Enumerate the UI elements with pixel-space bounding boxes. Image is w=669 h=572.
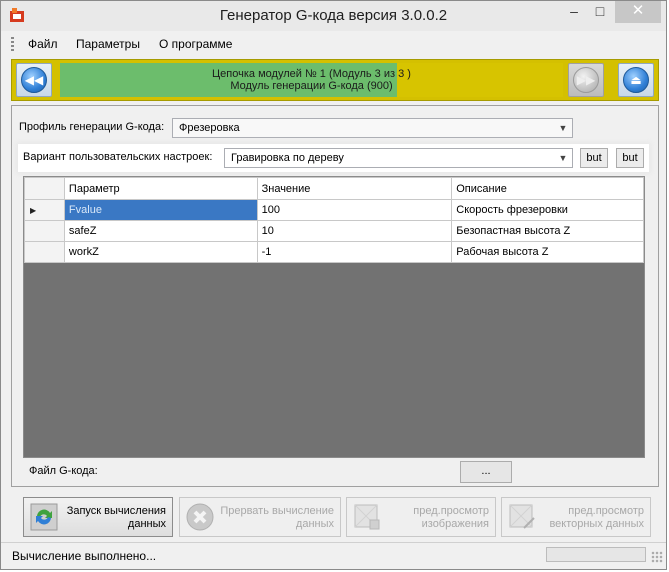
table-row[interactable]: workZ -1 Рабочая высота Z xyxy=(24,241,644,263)
preview-image-button[interactable]: пред.просмотр изображения xyxy=(346,497,496,537)
cell-value[interactable]: -1 xyxy=(256,241,453,263)
variant-button-2[interactable]: but xyxy=(616,148,644,168)
row-header[interactable]: ▶ xyxy=(24,199,65,221)
preview-image-label-line-2: изображения xyxy=(421,518,489,530)
chevron-down-icon: ▼ xyxy=(558,153,568,163)
chevron-down-icon: ▼ xyxy=(558,123,568,133)
chain-line-2: Модуль генерации G-кода (900) xyxy=(230,80,393,92)
cell-value[interactable]: 100 xyxy=(256,199,453,221)
cell-parameter[interactable]: workZ xyxy=(63,241,258,263)
cancel-icon xyxy=(186,503,214,531)
stop-computation-button[interactable]: Прервать вычисление данных xyxy=(179,497,341,537)
gcode-file-label: Файл G-кода: xyxy=(29,465,98,477)
preview-vector-label-line-1: пред.просмотр xyxy=(568,505,644,517)
cell-description[interactable]: Безопастная высота Z xyxy=(451,220,644,242)
variant-button-1[interactable]: but xyxy=(580,148,608,168)
variant-label: Вариант пользовательских настроек: xyxy=(23,151,213,163)
grid-corner[interactable] xyxy=(24,177,65,200)
image-preview-icon xyxy=(354,504,380,530)
browse-file-button[interactable]: ... xyxy=(460,461,512,483)
preview-vector-button[interactable]: пред.просмотр векторных данных xyxy=(501,497,651,537)
profile-select[interactable]: Фрезеровка ▼ xyxy=(172,118,573,138)
rewind-icon: ◀◀ xyxy=(21,67,47,93)
module-chain-bar: ◀◀ Цепочка модулей № 1 (Модуль 3 из 3 ) … xyxy=(11,59,659,101)
menu-file[interactable]: Файл xyxy=(28,37,58,51)
menu-settings[interactable]: Параметры xyxy=(76,37,140,51)
chain-line-1: Цепочка модулей № 1 (Модуль 3 из 3 ) xyxy=(212,68,411,80)
cell-value[interactable]: 10 xyxy=(256,220,453,242)
close-button[interactable]: ✕ xyxy=(615,1,661,23)
stop-label-line-2: данных xyxy=(295,518,334,530)
current-row-icon: ▶ xyxy=(30,206,37,215)
parameters-grid: Параметр Значение Описание ▶ Fvalue 100 … xyxy=(23,176,645,458)
menu-bar: Файл Параметры О программе xyxy=(1,33,666,55)
row-header[interactable] xyxy=(24,220,65,242)
column-header-description[interactable]: Описание xyxy=(451,177,644,200)
variant-select[interactable]: Гравировка по дереву ▼ xyxy=(224,148,573,168)
cell-parameter[interactable]: safeZ xyxy=(63,220,258,242)
status-text: Вычисление выполнено... xyxy=(12,549,157,563)
next-module-button[interactable]: ▶▶ xyxy=(568,63,604,97)
variant-select-value: Гравировка по дереву xyxy=(231,152,344,164)
profile-select-value: Фрезеровка xyxy=(179,122,240,134)
maximize-button[interactable]: □ xyxy=(587,1,613,23)
eject-icon: ⏏ xyxy=(623,67,649,93)
table-row[interactable]: ▶ Fvalue 100 Скорость фрезеровки xyxy=(24,199,644,221)
preview-vector-label-line-2: векторных данных xyxy=(549,518,644,530)
stop-label-line-1: Прервать вычисление xyxy=(220,505,334,517)
title-bar[interactable]: Генератор G-кода версия 3.0.0.2 ‒ □ ✕ xyxy=(1,1,666,31)
generator-panel: Профиль генерации G-кода: Фрезеровка ▼ В… xyxy=(11,105,659,487)
preview-image-label: пред.просмотр изображения xyxy=(413,505,489,531)
vector-preview-icon xyxy=(509,504,535,529)
menu-about[interactable]: О программе xyxy=(159,37,232,51)
previous-module-button[interactable]: ◀◀ xyxy=(16,63,52,97)
profile-label: Профиль генерации G-кода: xyxy=(19,121,165,133)
column-header-value[interactable]: Значение xyxy=(256,177,453,200)
table-row[interactable]: safeZ 10 Безопастная высота Z xyxy=(24,220,644,242)
status-progress-bar xyxy=(546,547,646,562)
app-window: Генератор G-кода версия 3.0.0.2 ‒ □ ✕ Фа… xyxy=(0,0,667,570)
stop-button-label: Прервать вычисление данных xyxy=(220,505,334,531)
cell-parameter[interactable]: Fvalue xyxy=(63,199,258,221)
run-label-line-1: Запуск вычисления xyxy=(66,505,166,517)
resize-grip-icon[interactable] xyxy=(651,551,663,563)
menu-grip-icon xyxy=(11,37,14,51)
status-bar: Вычисление выполнено... xyxy=(1,542,666,570)
run-button-label: Запуск вычисления данных xyxy=(67,505,166,531)
parameters-table: Параметр Значение Описание ▶ Fvalue 100 … xyxy=(24,177,644,263)
preview-vector-label: пред.просмотр векторных данных xyxy=(549,505,644,531)
row-header[interactable] xyxy=(24,241,65,263)
cell-description[interactable]: Рабочая высота Z xyxy=(451,241,644,263)
chain-status-text: Цепочка модулей № 1 (Модуль 3 из 3 ) Мод… xyxy=(60,68,563,92)
run-computation-button[interactable]: Запуск вычисления данных xyxy=(23,497,173,537)
refresh-icon xyxy=(30,503,58,531)
column-header-parameter[interactable]: Параметр xyxy=(63,177,258,200)
eject-button[interactable]: ⏏ xyxy=(618,63,654,97)
preview-image-label-line-1: пред.просмотр xyxy=(413,505,489,517)
fast-forward-icon: ▶▶ xyxy=(573,67,599,93)
table-header-row: Параметр Значение Описание xyxy=(24,177,644,200)
minimize-button[interactable]: ‒ xyxy=(561,1,587,23)
cell-description[interactable]: Скорость фрезеровки xyxy=(451,199,644,221)
run-label-line-2: данных xyxy=(127,518,166,530)
